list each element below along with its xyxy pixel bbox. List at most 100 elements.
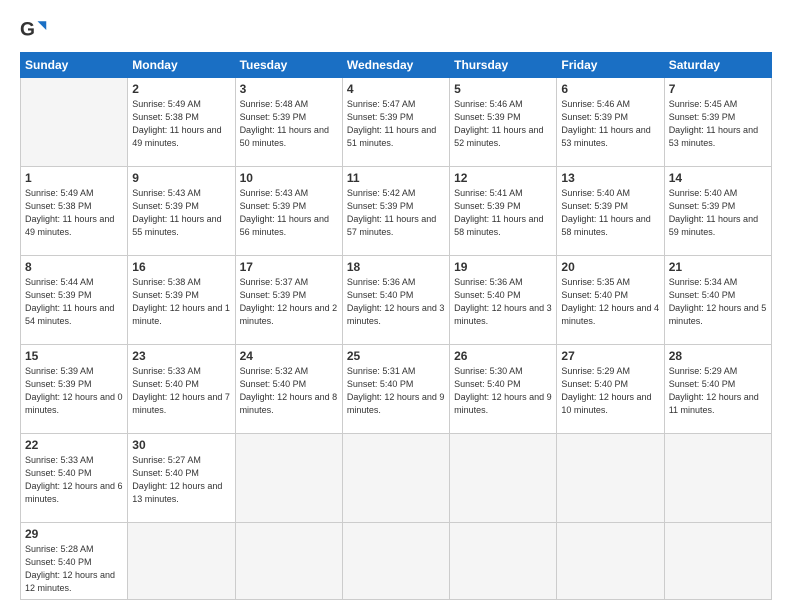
day-number: 2 (132, 82, 230, 96)
calendar-cell: 6 Sunrise: 5:46 AMSunset: 5:39 PMDaylight… (557, 78, 664, 167)
day-number: 9 (132, 171, 230, 185)
day-header-saturday: Saturday (664, 53, 771, 78)
calendar-table: SundayMondayTuesdayWednesdayThursdayFrid… (20, 52, 772, 600)
cell-info: Sunrise: 5:29 AMSunset: 5:40 PMDaylight:… (561, 365, 659, 417)
calendar-cell (557, 433, 664, 522)
day-number: 4 (347, 82, 445, 96)
day-header-thursday: Thursday (450, 53, 557, 78)
svg-text:G: G (20, 19, 35, 40)
day-number: 20 (561, 260, 659, 274)
calendar-cell: 16 Sunrise: 5:38 AMSunset: 5:39 PMDayligh… (128, 255, 235, 344)
day-header-tuesday: Tuesday (235, 53, 342, 78)
calendar-cell: 7 Sunrise: 5:45 AMSunset: 5:39 PMDaylight… (664, 78, 771, 167)
day-number: 21 (669, 260, 767, 274)
calendar-cell (21, 78, 128, 167)
cell-info: Sunrise: 5:36 AMSunset: 5:40 PMDaylight:… (454, 276, 552, 328)
cell-info: Sunrise: 5:41 AMSunset: 5:39 PMDaylight:… (454, 187, 552, 239)
calendar-cell: 4 Sunrise: 5:47 AMSunset: 5:39 PMDaylight… (342, 78, 449, 167)
calendar-cell: 20Sunrise: 5:35 AMSunset: 5:40 PMDayligh… (557, 255, 664, 344)
day-number: 18 (347, 260, 445, 274)
cell-info: Sunrise: 5:29 AMSunset: 5:40 PMDaylight:… (669, 365, 767, 417)
cell-info: Sunrise: 5:36 AMSunset: 5:40 PMDaylight:… (347, 276, 445, 328)
day-number: 5 (454, 82, 552, 96)
day-number: 10 (240, 171, 338, 185)
cell-info: Sunrise: 5:31 AMSunset: 5:40 PMDaylight:… (347, 365, 445, 417)
calendar-cell: 11Sunrise: 5:42 AMSunset: 5:39 PMDayligh… (342, 166, 449, 255)
cell-info: Sunrise: 5:27 AMSunset: 5:40 PMDaylight:… (132, 454, 230, 506)
cell-info: Sunrise: 5:49 AMSunset: 5:38 PMDaylight:… (25, 187, 123, 239)
day-number: 25 (347, 349, 445, 363)
calendar-cell: 19 Sunrise: 5:36 AMSunset: 5:40 PMDayligh… (450, 255, 557, 344)
logo: G (20, 16, 50, 44)
calendar-cell (235, 522, 342, 599)
day-number: 17 (240, 260, 338, 274)
day-number: 19 (454, 260, 552, 274)
day-number: 15 (25, 349, 123, 363)
cell-info: Sunrise: 5:39 AMSunset: 5:39 PMDaylight:… (25, 365, 123, 417)
day-number: 6 (561, 82, 659, 96)
day-number: 16 (132, 260, 230, 274)
cell-info: Sunrise: 5:44 AMSunset: 5:39 PMDaylight:… (25, 276, 123, 328)
day-number: 7 (669, 82, 767, 96)
calendar-cell: 9Sunrise: 5:43 AMSunset: 5:39 PMDaylight… (128, 166, 235, 255)
calendar-cell: 23 Sunrise: 5:33 AMSunset: 5:40 PMDayligh… (128, 344, 235, 433)
cell-info: Sunrise: 5:46 AMSunset: 5:39 PMDaylight:… (454, 98, 552, 150)
calendar-cell: 29Sunrise: 5:28 AMSunset: 5:40 PMDayligh… (21, 522, 128, 599)
cell-info: Sunrise: 5:33 AMSunset: 5:40 PMDaylight:… (132, 365, 230, 417)
calendar-cell (664, 522, 771, 599)
day-number: 14 (669, 171, 767, 185)
calendar-cell (664, 433, 771, 522)
calendar-cell: 30 Sunrise: 5:27 AMSunset: 5:40 PMDayligh… (128, 433, 235, 522)
cell-info: Sunrise: 5:47 AMSunset: 5:39 PMDaylight:… (347, 98, 445, 150)
day-number: 8 (25, 260, 123, 274)
calendar-cell: 18 Sunrise: 5:36 AMSunset: 5:40 PMDayligh… (342, 255, 449, 344)
cell-info: Sunrise: 5:33 AMSunset: 5:40 PMDaylight:… (25, 454, 123, 506)
day-number: 30 (132, 438, 230, 452)
cell-info: Sunrise: 5:32 AMSunset: 5:40 PMDaylight:… (240, 365, 338, 417)
calendar-cell: 27Sunrise: 5:29 AMSunset: 5:40 PMDayligh… (557, 344, 664, 433)
page-header: G (20, 16, 772, 44)
cell-info: Sunrise: 5:45 AMSunset: 5:39 PMDaylight:… (669, 98, 767, 150)
day-number: 22 (25, 438, 123, 452)
calendar-cell (450, 522, 557, 599)
cell-info: Sunrise: 5:30 AMSunset: 5:40 PMDaylight:… (454, 365, 552, 417)
calendar-cell: 12 Sunrise: 5:41 AMSunset: 5:39 PMDayligh… (450, 166, 557, 255)
calendar-cell: 1 Sunrise: 5:49 AMSunset: 5:38 PMDaylight… (21, 166, 128, 255)
calendar-cell: 10Sunrise: 5:43 AMSunset: 5:39 PMDayligh… (235, 166, 342, 255)
calendar-cell (342, 522, 449, 599)
day-header-wednesday: Wednesday (342, 53, 449, 78)
day-header-sunday: Sunday (21, 53, 128, 78)
day-number: 13 (561, 171, 659, 185)
calendar-cell: 22 Sunrise: 5:33 AMSunset: 5:40 PMDayligh… (21, 433, 128, 522)
day-number: 23 (132, 349, 230, 363)
cell-info: Sunrise: 5:34 AMSunset: 5:40 PMDaylight:… (669, 276, 767, 328)
cell-info: Sunrise: 5:38 AMSunset: 5:39 PMDaylight:… (132, 276, 230, 328)
cell-info: Sunrise: 5:40 AMSunset: 5:39 PMDaylight:… (669, 187, 767, 239)
calendar-cell (450, 433, 557, 522)
calendar-cell: 21 Sunrise: 5:34 AMSunset: 5:40 PMDayligh… (664, 255, 771, 344)
day-number: 3 (240, 82, 338, 96)
cell-info: Sunrise: 5:40 AMSunset: 5:39 PMDaylight:… (561, 187, 659, 239)
cell-info: Sunrise: 5:49 AMSunset: 5:38 PMDaylight:… (132, 98, 230, 150)
calendar-cell: 8 Sunrise: 5:44 AMSunset: 5:39 PMDaylight… (21, 255, 128, 344)
cell-info: Sunrise: 5:42 AMSunset: 5:39 PMDaylight:… (347, 187, 445, 239)
calendar-cell: 25 Sunrise: 5:31 AMSunset: 5:40 PMDayligh… (342, 344, 449, 433)
calendar-cell (235, 433, 342, 522)
cell-info: Sunrise: 5:37 AMSunset: 5:39 PMDaylight:… (240, 276, 338, 328)
logo-icon: G (20, 16, 48, 44)
day-number: 26 (454, 349, 552, 363)
calendar-cell: 13 Sunrise: 5:40 AMSunset: 5:39 PMDayligh… (557, 166, 664, 255)
calendar-cell: 5 Sunrise: 5:46 AMSunset: 5:39 PMDaylight… (450, 78, 557, 167)
calendar-cell: 14 Sunrise: 5:40 AMSunset: 5:39 PMDayligh… (664, 166, 771, 255)
calendar-cell (557, 522, 664, 599)
calendar-cell: 15 Sunrise: 5:39 AMSunset: 5:39 PMDayligh… (21, 344, 128, 433)
day-number: 28 (669, 349, 767, 363)
day-number: 1 (25, 171, 123, 185)
cell-info: Sunrise: 5:46 AMSunset: 5:39 PMDaylight:… (561, 98, 659, 150)
day-number: 12 (454, 171, 552, 185)
calendar-cell: 28 Sunrise: 5:29 AMSunset: 5:40 PMDayligh… (664, 344, 771, 433)
calendar-cell: 2 Sunrise: 5:49 AMSunset: 5:38 PMDaylight… (128, 78, 235, 167)
calendar-cell: 17 Sunrise: 5:37 AMSunset: 5:39 PMDayligh… (235, 255, 342, 344)
cell-info: Sunrise: 5:28 AMSunset: 5:40 PMDaylight:… (25, 543, 123, 595)
day-header-friday: Friday (557, 53, 664, 78)
